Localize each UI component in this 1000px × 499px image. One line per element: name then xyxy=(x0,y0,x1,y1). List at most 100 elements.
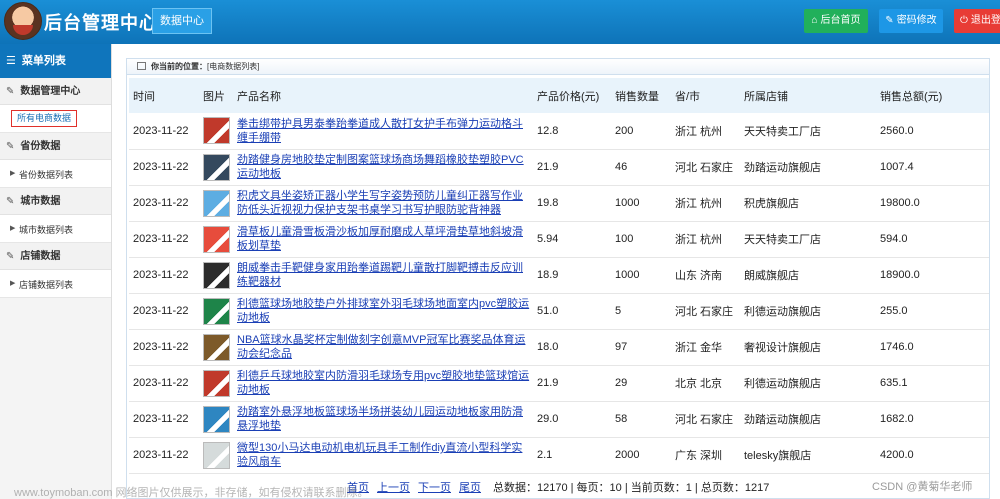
cell-image xyxy=(199,437,233,474)
menu-title-label: 菜单列表 xyxy=(21,55,66,67)
cell-shop: 积虎旗舰店 xyxy=(740,185,876,222)
sidebar-item-label: 省份数据列表 xyxy=(19,170,74,180)
sidebar-item-city-list[interactable]: ▶ 城市数据列表 xyxy=(0,215,111,243)
sidebar-item-province-list[interactable]: ▶ 省份数据列表 xyxy=(0,160,111,188)
next-page-link[interactable]: 下一页 xyxy=(418,482,451,494)
product-name-link[interactable]: 积虎文具坐姿矫正器小学生写字姿势预防儿童纠正器写作业防低头近视视力保护支架书桌学… xyxy=(237,189,533,217)
logout-button[interactable]: ⏻退出登录 xyxy=(954,9,1000,33)
product-thumbnail xyxy=(203,189,230,217)
prev-page-link[interactable]: 上一页 xyxy=(377,482,410,494)
sidebar-group-province[interactable]: ✎ 省份数据 xyxy=(0,133,111,160)
cell-region: 河北 石家庄 xyxy=(671,149,740,186)
sidebar-item-label: 城市数据列表 xyxy=(19,225,74,235)
sidebar-group-city[interactable]: ✎ 城市数据 xyxy=(0,188,111,215)
product-name-link[interactable]: 利德乒乓球地胶室内防滑羽毛球场专用pvc塑胶地垫篮球馆运动地板 xyxy=(237,369,533,397)
product-name-link[interactable]: 劲踏健身房地胶垫定制图案篮球场商场舞蹈橡胶垫塑胶PVC运动地板 xyxy=(237,153,533,181)
edit-icon: ✎ xyxy=(6,251,15,262)
product-name-link[interactable]: 拳击绑带护具男泰拳跆拳道成人散打女护手布弹力运动格斗缠手绷带 xyxy=(237,117,533,145)
watermark-right: CSDN @黄菊华老师 xyxy=(872,481,973,493)
last-page-link[interactable]: 尾页 xyxy=(459,482,481,494)
cell-total: 1007.4 xyxy=(876,149,943,186)
cell-region: 浙江 杭州 xyxy=(671,221,740,258)
sidebar-item-label: 所有电商数据 xyxy=(11,110,78,127)
cell-shop: 劲踏运动旗舰店 xyxy=(740,149,876,186)
cell-image xyxy=(199,401,233,438)
home-button[interactable]: ⌂ 后台首页 xyxy=(804,9,868,33)
table-row: 2023-11-22 拳击绑带护具男泰拳跆拳道成人散打女护手布弹力运动格斗缠手绷带… xyxy=(129,113,989,150)
breadcrumb: 你当前的位置：[电商数据列表] xyxy=(127,59,989,75)
caret-right-icon: ▶ xyxy=(10,280,16,287)
cell-product-name: 劲踏健身房地胶垫定制图案篮球场商场舞蹈橡胶垫塑胶PVC运动地板 xyxy=(233,149,533,186)
cell-time: 2023-11-22 xyxy=(129,437,199,474)
edit-icon: ✎ xyxy=(6,196,15,207)
cell-image xyxy=(199,149,233,186)
sidebar-item-shop-list[interactable]: ▶ 店铺数据列表 xyxy=(0,270,111,298)
product-name-link[interactable]: 滑草板儿童滑雪板滑沙板加厚耐磨成人草坪滑垫草地斜坡滑板划草垫 xyxy=(237,225,533,253)
nav-tab-data-center[interactable]: 数据中心 xyxy=(152,8,212,34)
window-icon xyxy=(137,62,146,70)
app-title: 后台管理中心 xyxy=(44,13,158,33)
cell-time: 2023-11-22 xyxy=(129,365,199,402)
product-name-link[interactable]: 微型130小马达电动机电机玩具手工制作diy直流小型科学实验风扇车 xyxy=(237,441,533,469)
cell-image xyxy=(199,257,233,294)
col-header: 省/市 xyxy=(671,78,740,113)
cell-time: 2023-11-22 xyxy=(129,293,199,330)
breadcrumb-location: [电商数据列表] xyxy=(207,62,260,71)
cell-shop: telesky旗舰店 xyxy=(740,437,876,474)
product-thumbnail xyxy=(203,261,230,289)
product-thumbnail xyxy=(203,369,230,397)
table-row: 2023-11-22 朗威拳击手靶健身家用跆拳道踢靶儿童散打脚靶搏击反应训练靶器材… xyxy=(129,257,989,294)
cell-product-name: 朗威拳击手靶健身家用跆拳道踢靶儿童散打脚靶搏击反应训练靶器材 xyxy=(233,257,533,294)
cell-product-name: 拳击绑带护具男泰拳跆拳道成人散打女护手布弹力运动格斗缠手绷带 xyxy=(233,113,533,150)
table-row: 2023-11-22 NBA篮球水晶奖杯定制做刻字创意MVP冠军比赛奖品体育运动会… xyxy=(129,329,989,366)
table-header-row: 时间 图片 产品名称 产品价格(元) 销售数量 省/市 所属店铺 销售总额(元) xyxy=(129,78,989,113)
top-header: 后台管理中心 数据中心 ⌂后台首页 ✎密码修改 ⏻退出登录 xyxy=(0,0,1000,44)
product-name-link[interactable]: 朗威拳击手靶健身家用跆拳道踢靶儿童散打脚靶搏击反应训练靶器材 xyxy=(237,261,533,289)
cell-product-name: NBA篮球水晶奖杯定制做刻字创意MVP冠军比赛奖品体育运动会纪念品 xyxy=(233,329,533,366)
change-password-label: 密码修改 xyxy=(896,15,937,26)
table-row: 2023-11-22 积虎文具坐姿矫正器小学生写字姿势预防儿童纠正器写作业防低头近… xyxy=(129,185,989,222)
cell-image xyxy=(199,293,233,330)
product-name-link[interactable]: 劲踏室外悬浮地板篮球场半场拼装幼儿园运动地板家用防滑悬浮地垫 xyxy=(237,405,533,433)
sidebar-item-all-data[interactable]: ▶所有电商数据 xyxy=(0,105,111,133)
cell-total: 2560.0 xyxy=(876,113,943,150)
sidebar-group-shop[interactable]: ✎ 店铺数据 xyxy=(0,243,111,270)
cell-total: 19800.0 xyxy=(876,185,943,222)
col-header: 所属店铺 xyxy=(740,78,876,113)
edit-icon: ✎ xyxy=(6,141,15,152)
cell-spacer xyxy=(943,401,989,438)
breadcrumb-prefix: 你当前的位置： xyxy=(151,62,207,71)
cell-qty: 97 xyxy=(611,329,671,366)
cell-qty: 29 xyxy=(611,365,671,402)
cell-total: 1682.0 xyxy=(876,401,943,438)
change-password-button[interactable]: ✎ 密码修改 xyxy=(879,9,943,33)
col-header: 销售总额(元) xyxy=(876,78,943,113)
cell-price: 21.9 xyxy=(533,365,611,402)
product-thumbnail xyxy=(203,441,230,469)
cell-price: 12.8 xyxy=(533,113,611,150)
table-row: 2023-11-22 微型130小马达电动机电机玩具手工制作diy直流小型科学实验… xyxy=(129,437,989,474)
cell-shop: 朗威旗舰店 xyxy=(740,257,876,294)
cell-qty: 1000 xyxy=(611,257,671,294)
cell-image xyxy=(199,329,233,366)
caret-right-icon: ▶ xyxy=(10,225,16,232)
cell-product-name: 利德篮球场地胶垫户外排球室外羽毛球场地面室内pvc塑胶运动地板 xyxy=(233,293,533,330)
cell-product-name: 利德乒乓球地胶室内防滑羽毛球场专用pvc塑胶地垫篮球馆运动地板 xyxy=(233,365,533,402)
cell-image xyxy=(199,185,233,222)
sidebar-item-label: 店铺数据列表 xyxy=(19,280,74,290)
cell-qty: 5 xyxy=(611,293,671,330)
product-name-link[interactable]: NBA篮球水晶奖杯定制做刻字创意MVP冠军比赛奖品体育运动会纪念品 xyxy=(237,333,533,361)
sidebar-group-data-center[interactable]: ✎ 数据管理中心 xyxy=(0,78,111,105)
sidebar: ☰菜单列表 ✎数据管理中心 ▶所有电商数据 ✎省份数据 ▶省份数据列表 ✎城市数… xyxy=(0,44,112,499)
cell-product-name: 微型130小马达电动机电机玩具手工制作diy直流小型科学实验风扇车 xyxy=(233,437,533,474)
cell-image xyxy=(199,113,233,150)
cell-region: 浙江 杭州 xyxy=(671,113,740,150)
cell-qty: 46 xyxy=(611,149,671,186)
cell-qty: 1000 xyxy=(611,185,671,222)
menu-title: ☰ 菜单列表 xyxy=(0,44,111,78)
home-button-label: 后台首页 xyxy=(820,15,861,26)
product-name-link[interactable]: 利德篮球场地胶垫户外排球室外羽毛球场地面室内pvc塑胶运动地板 xyxy=(237,297,533,325)
cell-qty: 100 xyxy=(611,221,671,258)
edit-icon: ✎ xyxy=(6,86,15,97)
cell-product-name: 积虎文具坐姿矫正器小学生写字姿势预防儿童纠正器写作业防低头近视视力保护支架书桌学… xyxy=(233,185,533,222)
